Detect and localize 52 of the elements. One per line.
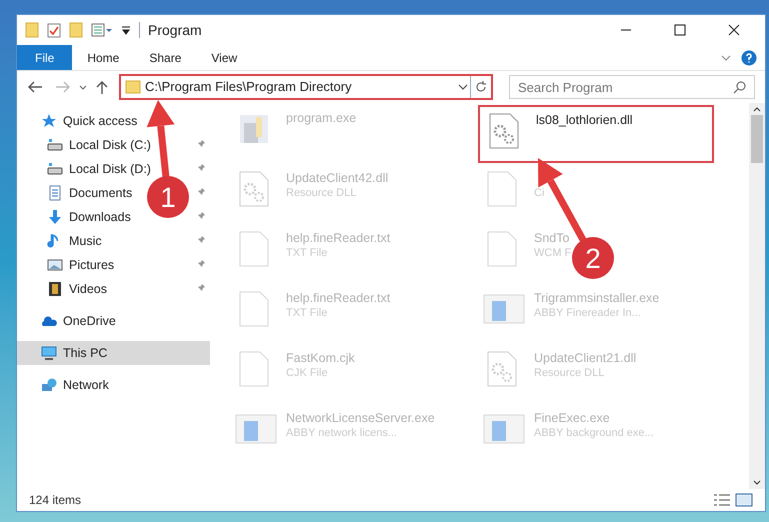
film-icon (47, 281, 63, 297)
search-icon[interactable] (733, 80, 747, 94)
drive-icon (47, 161, 63, 177)
file-name: program.exe (286, 110, 356, 125)
file-name: UpdateClient21.dll (534, 350, 636, 365)
nav-item[interactable]: Quick access (17, 109, 210, 133)
network-icon (41, 377, 57, 393)
nav-item[interactable]: Music (47, 232, 102, 250)
details-view-icon[interactable] (713, 493, 731, 507)
scrollbar-thumb[interactable] (751, 115, 763, 163)
callout-number: 2 (585, 243, 601, 274)
nav-item[interactable]: Videos (47, 280, 107, 298)
checkmark-icon[interactable] (47, 22, 61, 38)
file-item[interactable]: ls08_lothlorien.dll (478, 105, 714, 163)
large-icons-view-icon[interactable] (735, 493, 753, 507)
window-title: Program (148, 20, 202, 40)
star-icon (41, 113, 57, 129)
properties-icon[interactable] (91, 22, 113, 38)
ribbon-tab[interactable]: File (17, 45, 72, 70)
file-name: FastKom.cjk (286, 350, 355, 365)
download-icon (47, 209, 63, 225)
ribbon-tab[interactable]: Share (134, 45, 196, 70)
nav-item[interactable]: Downloads (47, 208, 131, 226)
item-count: 124 items (29, 492, 82, 509)
nav-item[interactable]: Local Disk (D:) (47, 160, 151, 178)
document-icon (47, 185, 63, 201)
nav-item[interactable]: Network (17, 373, 210, 397)
file-name: ls08_lothlorien.dll (536, 112, 633, 127)
drive-icon (47, 137, 63, 153)
nav-item[interactable]: OneDrive (17, 309, 210, 333)
file-name: FineExec.exe (534, 410, 611, 425)
help-icon[interactable] (741, 50, 757, 66)
callout-number: 1 (160, 182, 176, 213)
dropdown-icon[interactable] (121, 24, 131, 36)
ribbon-tab[interactable]: Home (72, 45, 134, 70)
file-name: NetworkLicenseServer.exe (286, 410, 435, 425)
file-name: SndTo (534, 230, 570, 245)
ribbon-tab[interactable]: View (196, 45, 252, 70)
nav-item[interactable]: Pictures (47, 256, 114, 274)
file-name: UpdateClient42.dll (286, 170, 388, 185)
search-field[interactable]: Search Program (509, 75, 755, 99)
picture-icon (47, 257, 63, 273)
address-bar[interactable]: C:\Program Files\Program Directory (119, 74, 493, 100)
nav-item[interactable]: Local Disk (C:) (47, 136, 151, 154)
file-name: Trigrammsinstaller.exe (534, 290, 660, 305)
nav-item[interactable]: Documents (47, 184, 132, 202)
folder-icon (125, 80, 141, 94)
monitor-icon (41, 345, 57, 361)
nav-item[interactable]: This PC (17, 341, 210, 365)
file-name: help.fineReader.txt (286, 230, 390, 245)
address-path: C:\Program Files\Program Directory (145, 78, 353, 96)
file-name: help.fineReader.txt (286, 290, 390, 305)
